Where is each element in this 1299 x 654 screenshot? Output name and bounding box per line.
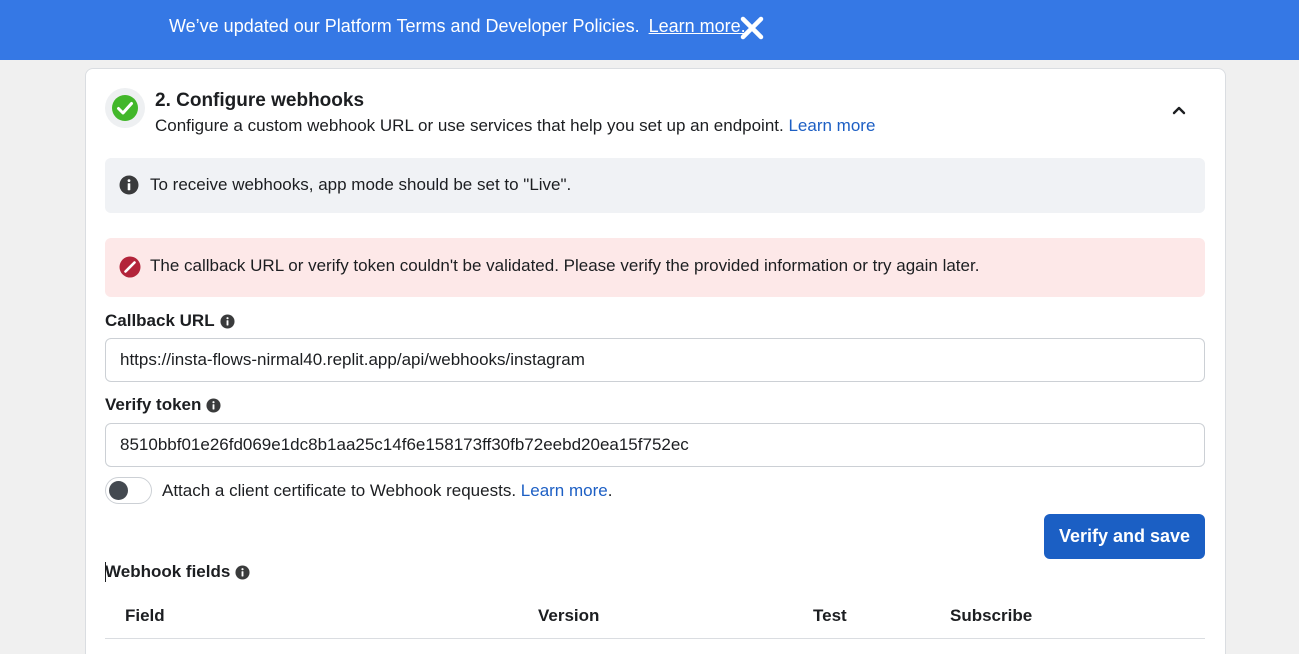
callback-url-label-text: Callback URL	[105, 311, 215, 330]
client-certificate-label: Attach a client certificate to Webhook r…	[162, 481, 517, 500]
info-icon	[119, 175, 139, 195]
column-header-version: Version	[538, 606, 600, 625]
step-subtitle-row: Configure a custom webhook URL or use se…	[155, 116, 875, 136]
error-icon	[119, 256, 141, 278]
info-icon[interactable]	[235, 564, 250, 580]
webhook-fields-label-text: Webhook fields	[105, 562, 231, 581]
close-icon[interactable]	[738, 14, 766, 42]
live-mode-notice: To receive webhooks, app mode should be …	[105, 158, 1205, 213]
step-learn-more-link[interactable]: Learn more	[788, 116, 875, 135]
column-header-subscribe: Subscribe	[950, 606, 1033, 625]
check-circle-icon	[112, 95, 138, 121]
step-status-badge	[105, 88, 145, 128]
client-certificate-label-period: .	[607, 481, 613, 500]
client-certificate-learn-more-link[interactable]: Learn more	[521, 481, 608, 500]
verify-and-save-button[interactable]: Verify and save	[1044, 514, 1205, 559]
client-certificate-label-row: Attach a client certificate to Webhook r…	[162, 481, 612, 501]
info-icon[interactable]	[206, 397, 221, 413]
verify-token-label: Verify token	[105, 395, 221, 415]
column-header-test: Test	[813, 606, 847, 625]
step-title: 2. Configure webhooks	[155, 90, 365, 111]
column-header-field: Field	[125, 606, 165, 625]
policy-banner: We’ve updated our Platform Terms and Dev…	[0, 0, 1299, 60]
chevron-up-icon[interactable]	[1166, 98, 1192, 124]
banner-message-row: We’ve updated our Platform Terms and Dev…	[169, 15, 746, 37]
info-icon[interactable]	[220, 313, 235, 329]
callback-url-input[interactable]: https://insta-flows-nirmal40.replit.app/…	[105, 338, 1205, 382]
banner-message: We’ve updated our Platform Terms and Dev…	[169, 16, 640, 36]
live-mode-notice-text: To receive webhooks, app mode should be …	[150, 175, 572, 194]
callback-url-label: Callback URL	[105, 311, 235, 331]
banner-learn-more-link[interactable]: Learn more.	[649, 16, 746, 36]
webhook-fields-label: Webhook fields	[105, 562, 250, 582]
validation-error-notice: The callback URL or verify token couldn'…	[105, 238, 1205, 297]
verify-token-label-text: Verify token	[105, 395, 202, 414]
step-subtitle: Configure a custom webhook URL or use se…	[155, 116, 784, 135]
validation-error-text: The callback URL or verify token couldn'…	[150, 256, 980, 275]
table-header-divider	[105, 638, 1205, 639]
client-certificate-toggle[interactable]	[105, 477, 152, 504]
toggle-knob	[109, 481, 128, 500]
verify-token-input[interactable]: 8510bbf01e26fd069e1dc8b1aa25c14f6e158173…	[105, 423, 1205, 467]
